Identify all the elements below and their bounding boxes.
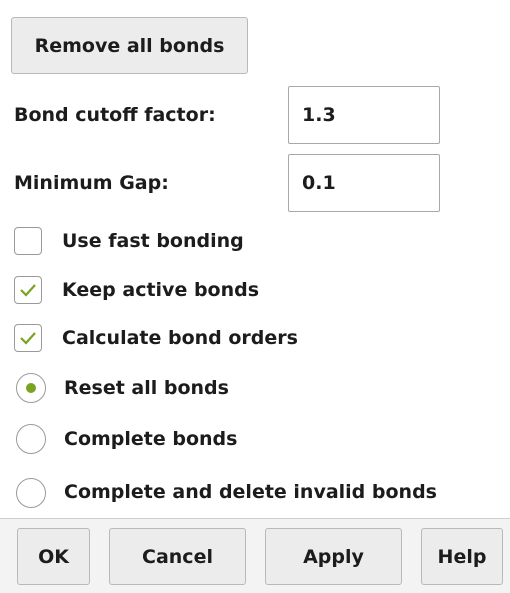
cancel-button[interactable]: Cancel [109,528,246,585]
apply-button[interactable]: Apply [265,528,402,585]
calculate-bond-orders-checkbox[interactable] [14,324,42,352]
remove-all-bonds-button[interactable]: Remove all bonds [11,17,248,74]
minimum-gap-input[interactable]: 0.1 [288,154,440,212]
complete-and-delete-invalid-bonds-radio[interactable] [16,478,46,508]
bond-cutoff-factor-input[interactable]: 1.3 [288,86,440,144]
radio-selected-dot [26,383,36,393]
complete-bonds-label: Complete bonds [64,428,238,450]
ok-button[interactable]: OK [17,528,90,585]
complete-and-delete-invalid-bonds-label: Complete and delete invalid bonds [64,481,437,503]
use-fast-bonding-checkbox[interactable] [14,227,42,255]
keep-active-bonds-checkbox[interactable] [14,276,42,304]
reset-all-bonds-radio[interactable] [16,373,46,403]
complete-bonds-radio[interactable] [16,424,46,454]
bond-cutoff-factor-label: Bond cutoff factor: [14,104,216,126]
keep-active-bonds-label: Keep active bonds [62,279,260,301]
minimum-gap-label: Minimum Gap: [14,172,169,194]
checkmark-icon [20,284,36,297]
checkmark-icon [20,332,36,345]
help-button[interactable]: Help [421,528,503,585]
calculate-bond-orders-label: Calculate bond orders [62,327,298,349]
reset-all-bonds-label: Reset all bonds [64,377,229,399]
use-fast-bonding-label: Use fast bonding [62,230,244,252]
